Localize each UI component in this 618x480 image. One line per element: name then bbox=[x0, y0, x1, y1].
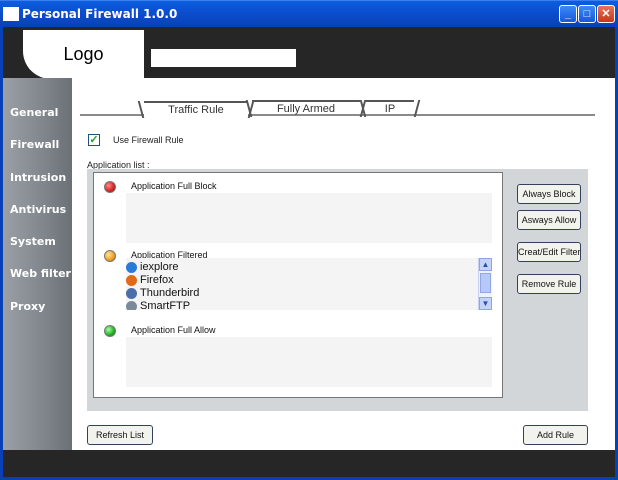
red-status-icon bbox=[104, 181, 116, 193]
sidebar-item-web-filter[interactable]: Web filter bbox=[10, 267, 71, 280]
app-name: Firefox bbox=[140, 274, 174, 286]
minimize-button[interactable]: _ bbox=[559, 5, 577, 23]
smartftp-icon bbox=[126, 301, 137, 310]
app-name: Thunderbird bbox=[140, 287, 200, 299]
sidebar-item-intrusion[interactable]: Intrusion bbox=[10, 171, 66, 184]
title-bar[interactable]: Personal Firewall 1.0.0 _ □ ✕ bbox=[0, 0, 618, 27]
maximize-button[interactable]: □ bbox=[578, 5, 596, 23]
sidebar-item-firewall[interactable]: Firewall bbox=[10, 138, 59, 151]
header: Logo bbox=[3, 27, 615, 79]
app-name: SmartFTP bbox=[140, 300, 191, 310]
sidebar: General Firewall Intrusion Antivirus Sys… bbox=[3, 78, 72, 450]
app-name: iexplore bbox=[140, 261, 179, 273]
app-icon bbox=[3, 7, 19, 21]
use-firewall-rule-label: Use Firewall Rule bbox=[113, 135, 184, 145]
logo: Logo bbox=[23, 30, 144, 79]
use-firewall-rule-checkbox[interactable]: ✓ bbox=[88, 134, 100, 146]
refresh-list-button[interactable]: Refresh List bbox=[87, 425, 153, 445]
always-block-button[interactable]: Always Block bbox=[517, 184, 581, 204]
main-panel: Traffic Rule Fully Armed IP ✓ Use Firewa… bbox=[72, 78, 615, 450]
sidebar-item-system[interactable]: System bbox=[10, 235, 56, 248]
window-title: Personal Firewall 1.0.0 bbox=[22, 7, 178, 21]
tab-label: Fully Armed bbox=[276, 103, 336, 115]
remove-rule-button[interactable]: Remove Rule bbox=[517, 274, 581, 294]
tab-label: IP bbox=[384, 103, 396, 115]
application-list[interactable]: Application Full Block Application Filte… bbox=[93, 172, 503, 398]
create-edit-filter-button[interactable]: Creat/Edit Filter bbox=[517, 242, 581, 262]
tab-label: Traffic Rule bbox=[168, 104, 224, 116]
application-list-panel: Application Full Block Application Filte… bbox=[87, 169, 588, 411]
group-full-block-label: Application Full Block bbox=[131, 181, 217, 191]
sidebar-item-general[interactable]: General bbox=[10, 106, 58, 119]
thunderbird-icon bbox=[126, 288, 137, 299]
orange-status-icon bbox=[104, 250, 116, 262]
group-full-allow-label: Application Full Allow bbox=[131, 325, 216, 335]
always-allow-button[interactable]: Asways Allow bbox=[517, 210, 581, 230]
tab-ip[interactable]: IP bbox=[359, 100, 421, 117]
group-full-allow-area[interactable] bbox=[126, 337, 492, 387]
close-button[interactable]: ✕ bbox=[597, 5, 615, 23]
add-rule-button[interactable]: Add Rule bbox=[523, 425, 588, 445]
sidebar-item-antivirus[interactable]: Antivirus bbox=[10, 203, 66, 216]
scroll-up-icon[interactable]: ▲ bbox=[479, 258, 492, 271]
group-full-block-area[interactable] bbox=[126, 193, 492, 243]
header-banner bbox=[151, 49, 296, 67]
scrollbar[interactable]: ▲ ▼ bbox=[478, 258, 492, 310]
scroll-down-icon[interactable]: ▼ bbox=[479, 297, 492, 310]
filtered-apps-list[interactable]: iexplore Firefox Thunderbird SmartFTP ▲ bbox=[126, 258, 492, 310]
firefox-icon bbox=[126, 275, 137, 286]
tab-fully-armed[interactable]: Fully Armed bbox=[245, 100, 367, 117]
green-status-icon bbox=[104, 325, 116, 337]
ie-icon bbox=[126, 262, 137, 273]
sidebar-item-proxy[interactable]: Proxy bbox=[10, 300, 45, 313]
footer-bar bbox=[3, 450, 615, 477]
tab-traffic-rule[interactable]: Traffic Rule bbox=[137, 101, 255, 118]
scroll-thumb[interactable] bbox=[480, 273, 491, 293]
